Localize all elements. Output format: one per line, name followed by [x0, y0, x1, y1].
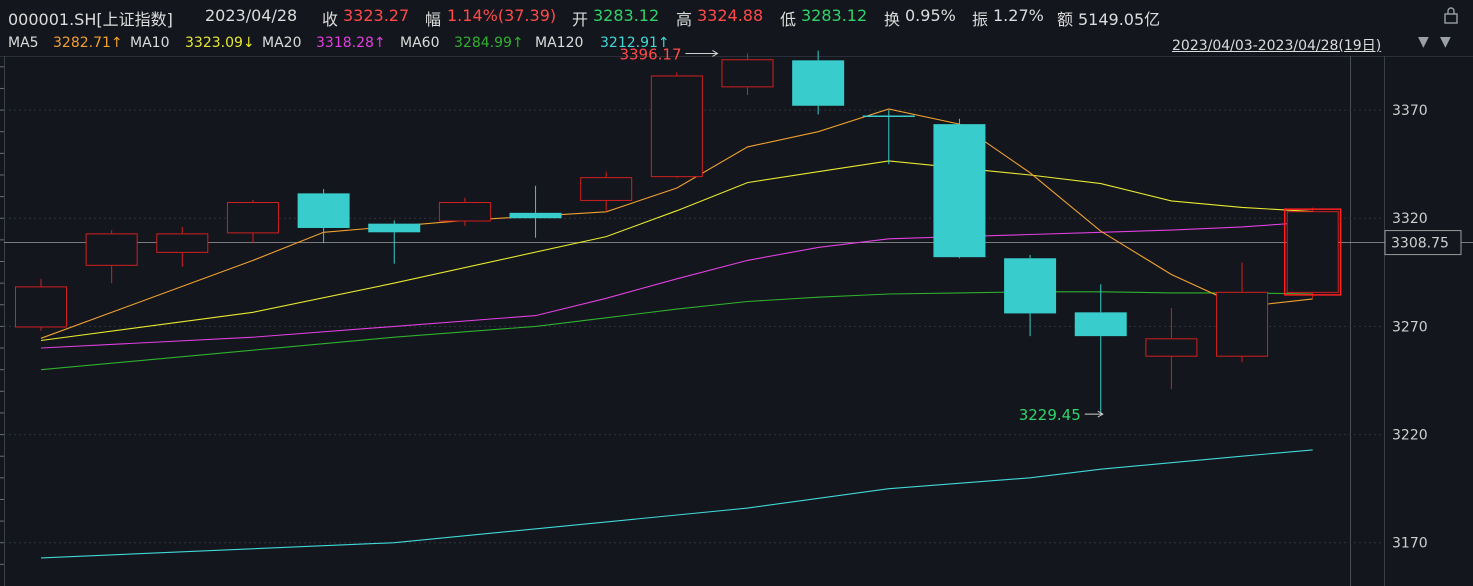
- candle-body: [297, 193, 350, 228]
- candle: [1286, 207, 1339, 299]
- candle-body: [721, 59, 774, 88]
- candle-body: [862, 115, 915, 117]
- y-axis: 3170 3220 3270 3320 3370 3308.75: [1384, 103, 1462, 552]
- candle: [368, 220, 421, 264]
- candle: [650, 72, 703, 179]
- candle-body: [15, 286, 67, 328]
- candle-body: [1216, 291, 1269, 357]
- candle-body: [85, 233, 138, 266]
- candles: [15, 50, 1342, 415]
- candle: [297, 189, 350, 244]
- candle: [721, 53, 774, 95]
- candle: [933, 118, 986, 259]
- candle-body: [1145, 338, 1198, 357]
- candle: [1004, 255, 1057, 337]
- candle-body: [438, 202, 491, 222]
- y-tick-label: 3270: [1392, 319, 1428, 335]
- candle-body: [226, 202, 279, 234]
- candle-body: [933, 124, 986, 258]
- candle: [1216, 262, 1269, 363]
- candle: [15, 278, 67, 331]
- candle-body: [792, 60, 845, 106]
- y-tick-label: 3170: [1392, 536, 1428, 552]
- candle-body: [368, 223, 421, 233]
- ma120-line: [40, 449, 1313, 559]
- candle: [226, 199, 279, 244]
- current-price-label: 3308.75: [1391, 236, 1449, 252]
- kline-chart[interactable]: 3396.17 3229.45 3170 3220 3270 3320 3370 3308.…: [0, 0, 1473, 586]
- candle: [1145, 308, 1198, 390]
- candle-body: [509, 212, 562, 219]
- candle-body: [650, 75, 703, 178]
- candle-body: [580, 177, 633, 201]
- candle: [85, 230, 138, 284]
- y-tick-label: 3370: [1392, 103, 1428, 119]
- candle: [792, 50, 845, 115]
- y-tick-label: 3220: [1392, 428, 1428, 444]
- low-annotation-label: 3229.45: [1019, 406, 1081, 424]
- candle-body: [1286, 211, 1339, 293]
- candle: [156, 226, 209, 267]
- candle: [1074, 284, 1127, 415]
- candle-body: [1004, 258, 1057, 314]
- candle-body: [156, 233, 209, 253]
- high-annotation-label: 3396.17: [619, 45, 681, 63]
- candle-body: [1074, 312, 1127, 337]
- candle: [862, 110, 915, 165]
- y-tick-label: 3320: [1392, 211, 1428, 227]
- candle: [509, 185, 562, 238]
